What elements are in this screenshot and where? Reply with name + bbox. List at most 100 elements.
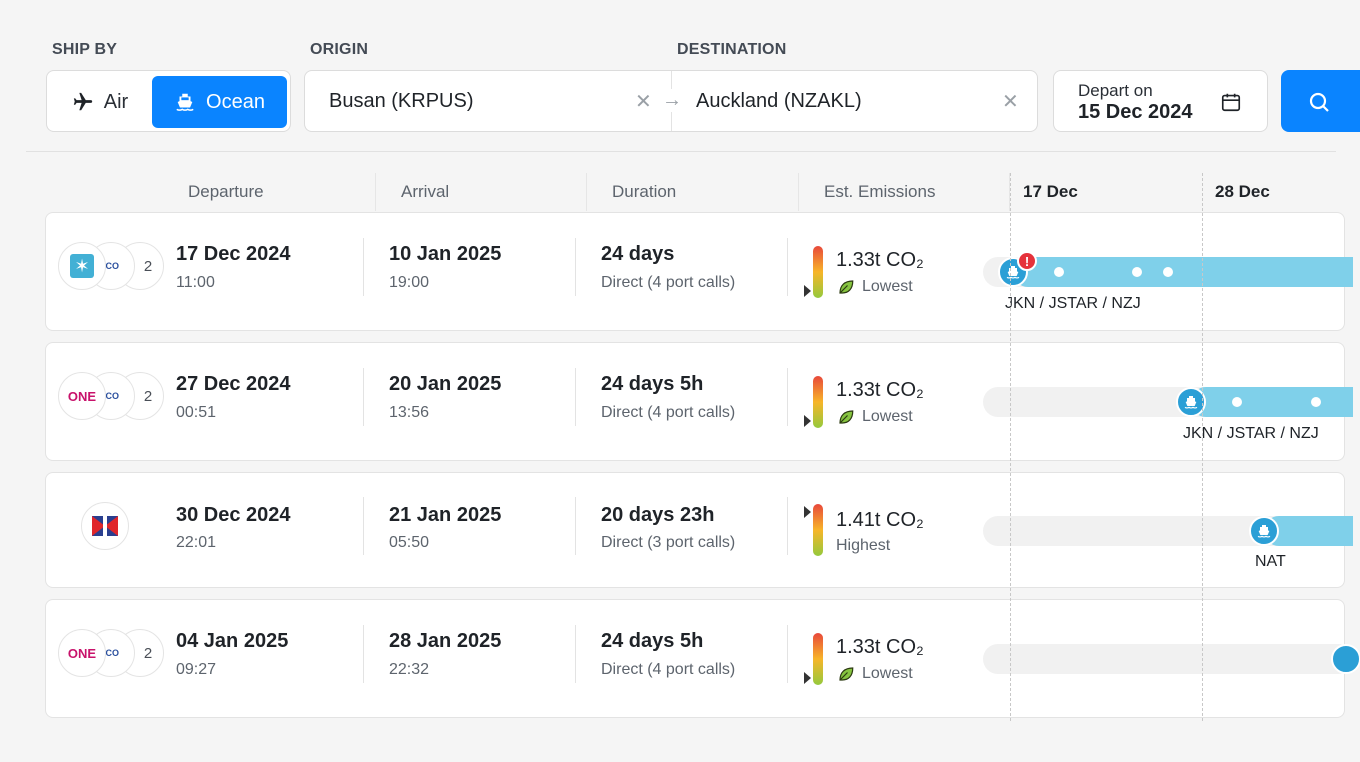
- header-divider: [26, 151, 1336, 152]
- col-duration[interactable]: Duration: [612, 182, 676, 202]
- destination-input[interactable]: Auckland (NZAKL): [696, 90, 862, 113]
- result-row[interactable]: 30 Dec 2024 22:01 21 Jan 2025 05:50 20 d…: [45, 472, 1353, 588]
- co2-value: 1.33t CO₂: [836, 636, 924, 658]
- result-row[interactable]: 2 ICO ONE 04 Jan 2025 09:27 28 Jan 2025 …: [45, 599, 1360, 718]
- port-calls: Direct (3 port calls): [601, 534, 736, 551]
- arrow-right-icon: →: [662, 89, 682, 112]
- port-call-dot: [1132, 267, 1142, 277]
- one-logo: ONE: [58, 372, 106, 420]
- emission-gauge: [813, 504, 823, 556]
- depart-date-picker[interactable]: Depart on 15 Dec 2024: [1053, 70, 1268, 132]
- ship-by-label: SHIP BY: [52, 41, 118, 58]
- cell-separator: [363, 368, 364, 426]
- emission-gauge: [813, 633, 823, 685]
- timeline-gridline: [1010, 173, 1011, 721]
- col-separator: [586, 173, 587, 211]
- arrival-time: 19:00: [389, 274, 430, 291]
- clear-origin-icon[interactable]: ✕: [635, 89, 652, 114]
- col-separator: [375, 173, 376, 211]
- ocean-mode-button[interactable]: Ocean: [152, 76, 287, 128]
- departure-time: 22:01: [176, 534, 217, 551]
- emission-level-marker: [804, 672, 811, 684]
- departure-date: 04 Jan 2025: [176, 630, 289, 652]
- cell-separator: [363, 625, 364, 683]
- search-button[interactable]: [1281, 70, 1360, 132]
- emission-level-marker: [804, 285, 811, 297]
- duration-value: 24 days 5h: [601, 373, 704, 395]
- departure-date: 17 Dec 2024: [176, 243, 291, 265]
- emission-gauge: [813, 246, 823, 298]
- departure-time: 11:00: [176, 274, 215, 291]
- voyage-bar[interactable]: [1013, 257, 1353, 287]
- alert-icon[interactable]: !: [1017, 251, 1037, 271]
- duration-value: 24 days 5h: [601, 630, 704, 652]
- vessel-route: JKN / JSTAR / NZJ: [1005, 295, 1141, 312]
- arrival-time: 05:50: [389, 534, 430, 551]
- ship-icon: [1257, 525, 1271, 538]
- port-calls: Direct (4 port calls): [601, 274, 736, 291]
- origin-input[interactable]: Busan (KRPUS): [329, 90, 474, 113]
- vessel-route: NAT: [1255, 553, 1286, 570]
- arrival-time: 13:56: [389, 404, 430, 421]
- cell-separator: [787, 238, 788, 296]
- port-call-dot: [1311, 397, 1321, 407]
- cell-separator: [575, 625, 576, 683]
- carrier-logos: 2 ICO ONE: [58, 629, 164, 681]
- voyage-bar[interactable]: [1191, 387, 1353, 417]
- timeline-label-28-dec: 28 Dec: [1215, 182, 1270, 201]
- port-call-dot: [1054, 267, 1064, 277]
- arrival-date: 10 Jan 2025: [389, 243, 502, 265]
- cell-separator: [363, 238, 364, 296]
- star-logo: ✶: [58, 242, 106, 290]
- cell-separator: [575, 497, 576, 555]
- col-departure[interactable]: Departure: [188, 182, 264, 202]
- emission-gauge: [813, 376, 823, 428]
- duration-value: 20 days 23h: [601, 504, 715, 526]
- arrival-date: 21 Jan 2025: [389, 504, 502, 526]
- carrier-logos: 2 ICO ✶: [58, 242, 164, 294]
- ship-by-toggle: Air Ocean: [46, 70, 291, 132]
- emission-rating: Lowest: [836, 665, 913, 683]
- result-row[interactable]: 2 ICO ✶ 17 Dec 2024 11:00 10 Jan 2025 19…: [45, 212, 1353, 331]
- co2-value: 1.41t CO₂: [836, 509, 924, 531]
- leaf-icon: [839, 667, 854, 681]
- port-call-dot: [1232, 397, 1242, 407]
- col-arrival[interactable]: Arrival: [401, 182, 449, 202]
- depart-date-value: 15 Dec 2024: [1078, 101, 1193, 123]
- co2-value: 1.33t CO₂: [836, 379, 924, 401]
- ship-marker[interactable]: [1249, 516, 1279, 546]
- arrival-date: 20 Jan 2025: [389, 373, 502, 395]
- arrival-date: 28 Jan 2025: [389, 630, 502, 652]
- emission-rating: Lowest: [836, 278, 913, 296]
- arrival-time: 22:32: [389, 661, 430, 678]
- cell-separator: [575, 238, 576, 296]
- result-row[interactable]: 2 ICO ONE 27 Dec 2024 00:51 20 Jan 2025 …: [45, 342, 1353, 461]
- air-mode-button[interactable]: Air: [55, 76, 145, 128]
- clear-destination-icon[interactable]: ✕: [1002, 89, 1019, 114]
- col-separator: [798, 173, 799, 211]
- duration-value: 24 days: [601, 243, 675, 265]
- cell-separator: [575, 368, 576, 426]
- origin-destination-field: Busan (KRPUS) ✕ → Auckland (NZAKL) ✕: [304, 70, 1038, 132]
- col-emissions[interactable]: Est. Emissions: [824, 182, 935, 202]
- cell-separator: [787, 625, 788, 683]
- cell-separator: [363, 497, 364, 555]
- emission-level-marker: [804, 415, 811, 427]
- air-mode-label: Air: [103, 90, 129, 113]
- leaf-icon: [839, 410, 854, 424]
- ocean-mode-label: Ocean: [206, 90, 265, 113]
- cell-separator: [787, 497, 788, 555]
- emission-rating: Highest: [836, 537, 891, 554]
- emission-level-marker: [804, 506, 811, 518]
- departure-date: 30 Dec 2024: [176, 504, 291, 526]
- one-logo: ONE: [58, 629, 106, 677]
- emission-rating: Lowest: [836, 408, 913, 426]
- ship-marker[interactable]: [1331, 644, 1360, 674]
- departure-time: 00:51: [176, 404, 217, 421]
- timeline-label-17-dec: 17 Dec: [1023, 182, 1078, 201]
- port-calls: Direct (4 port calls): [601, 661, 736, 678]
- carrier-logos: [58, 502, 158, 554]
- timeline-track: [983, 644, 1353, 674]
- port-call-dot: [1163, 267, 1173, 277]
- carrier-logos: 2 ICO ONE: [58, 372, 164, 424]
